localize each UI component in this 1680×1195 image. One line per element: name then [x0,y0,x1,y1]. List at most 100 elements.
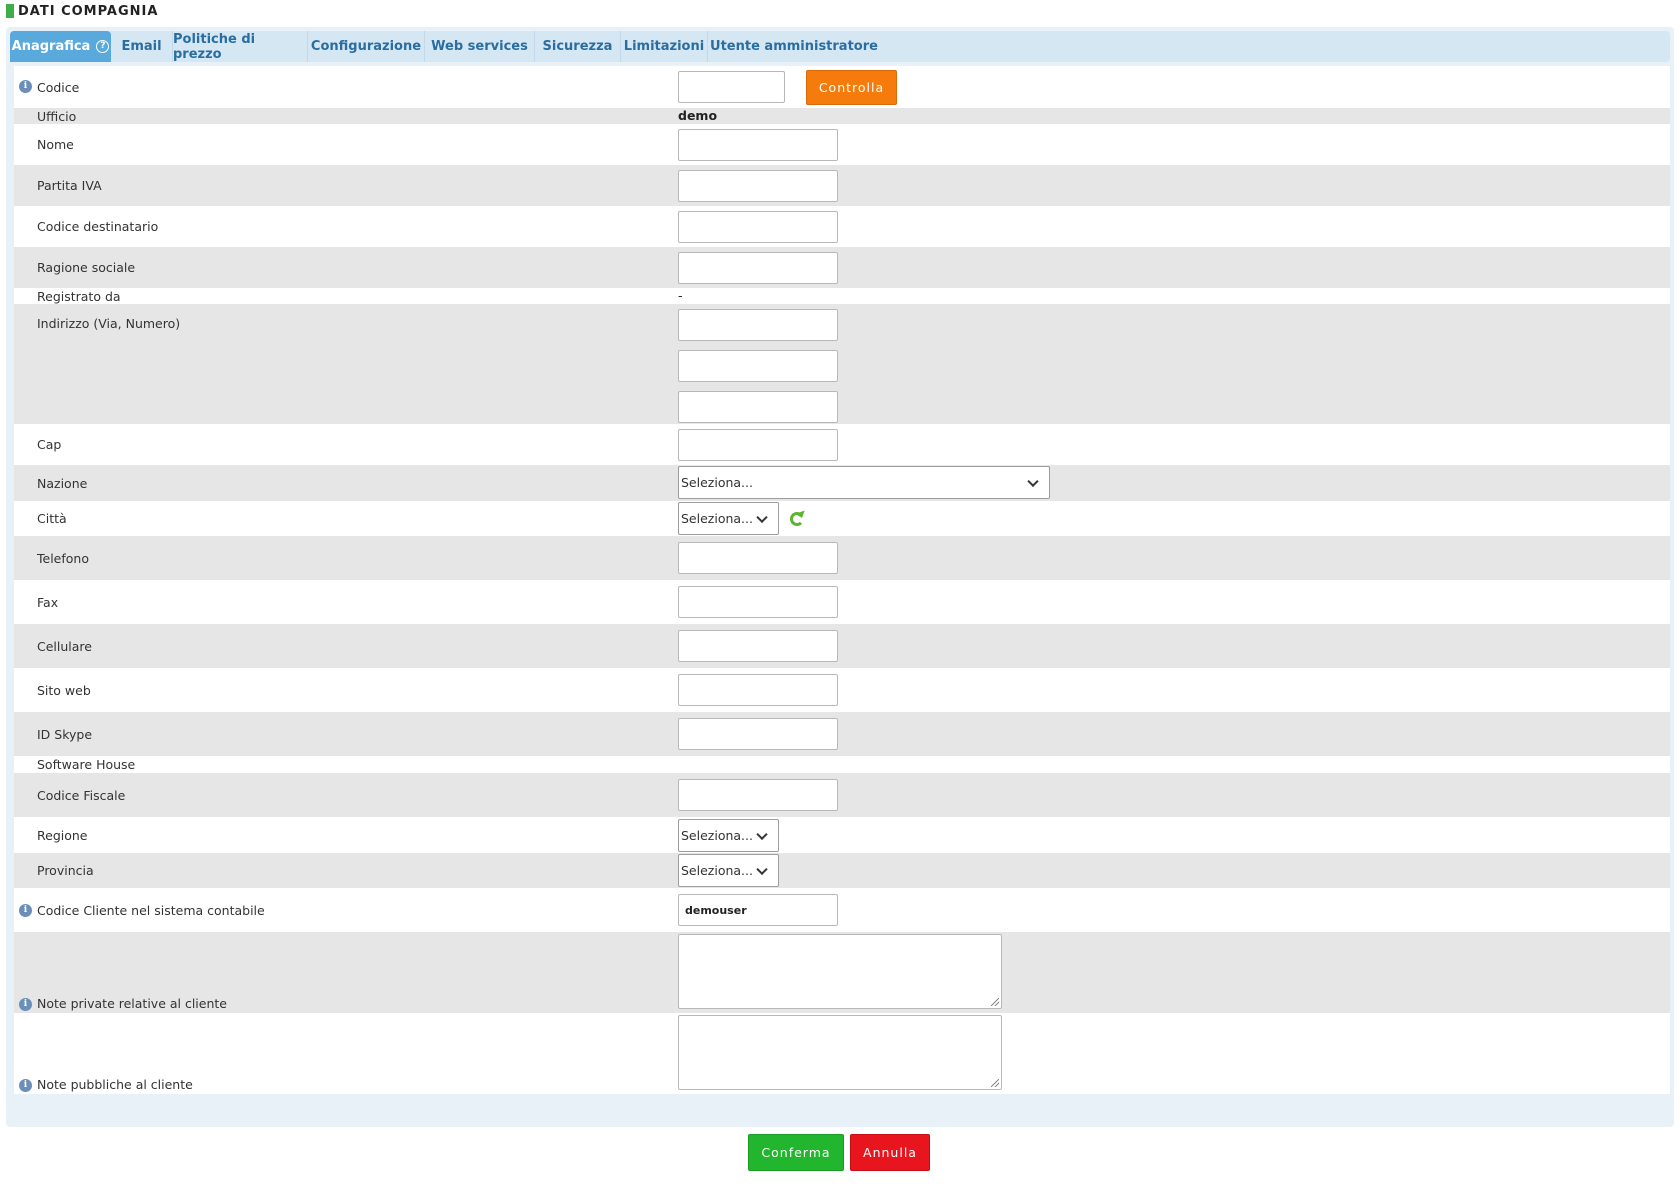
codice-fiscale-input[interactable] [678,779,838,811]
codice-label: Codice [37,79,80,95]
codice-fiscale-label: Codice Fiscale [37,787,126,803]
row-nazione: Nazione Seleziona... [14,465,1670,501]
info-icon[interactable]: i [19,1079,32,1092]
indirizzo-label: Indirizzo (Via, Numero) [37,316,181,331]
row-codice-cliente: i Codice Cliente nel sistema contabile d… [14,888,1670,932]
tab-label: Anagrafica [11,39,91,54]
row-codice-fiscale: Codice Fiscale [14,773,1670,817]
header-marker [6,4,14,18]
regione-select[interactable]: Seleziona... [678,819,779,852]
chevron-down-icon [756,863,768,875]
tab-sicurezza[interactable]: Sicurezza [535,31,621,62]
citta-label: Città [37,511,67,526]
registrato-da-label: Registrato da [37,288,121,304]
note-pubbliche-label: Note pubbliche al cliente [37,1077,193,1092]
row-codice-destinatario: Codice destinatario [14,206,1670,247]
provincia-label: Provincia [37,863,94,878]
chevron-down-icon [756,828,768,840]
nome-input[interactable] [678,129,838,161]
indirizzo-input-1[interactable] [678,309,838,341]
row-note-pubbliche: i Note pubbliche al cliente [14,1013,1670,1094]
software-house-label: Software House [37,757,136,772]
row-indirizzo: Indirizzo (Via, Numero) [14,304,1670,424]
codice-input[interactable] [678,71,785,103]
row-nome: Nome [14,124,1670,165]
indirizzo-input-3[interactable] [678,391,838,423]
row-provincia: Provincia Seleziona... [14,853,1670,888]
note-pubbliche-textarea[interactable] [678,1015,1002,1090]
nazione-selected: Seleziona... [681,475,753,490]
partita-iva-label: Partita IVA [37,178,102,193]
provincia-selected: Seleziona... [681,863,753,878]
telefono-label: Telefono [37,550,89,566]
regione-selected: Seleziona... [681,828,753,843]
row-codice: i Codice Controlla [14,66,1670,108]
refresh-icon[interactable] [790,512,804,526]
row-registrato-da: Registrato da - [14,288,1670,304]
row-cap: Cap [14,424,1670,465]
row-cellulare: Cellulare [14,624,1670,668]
controlla-button[interactable]: Controlla [806,70,897,105]
partita-iva-input[interactable] [678,170,838,202]
help-icon[interactable]: ? [96,40,110,53]
cap-label: Cap [37,437,62,452]
chevron-down-icon [756,511,768,523]
indirizzo-input-2[interactable] [678,350,838,382]
tab-bar: Anagrafica ? Email Politiche di prezzo C… [10,31,1670,62]
note-private-textarea[interactable] [678,934,1002,1009]
tab-web-services[interactable]: Web services [425,31,535,62]
row-fax: Fax [14,580,1670,624]
citta-selected: Seleziona... [681,511,753,526]
tab-utente-amministratore[interactable]: Utente amministratore [708,31,880,62]
row-software-house: Software House [14,756,1670,773]
citta-select[interactable]: Seleziona... [678,502,779,535]
sito-web-label: Sito web [37,682,91,698]
note-private-label: Note private relative al cliente [37,996,227,1011]
row-note-private: i Note private relative al cliente [14,932,1670,1013]
info-icon[interactable]: i [19,80,32,93]
row-regione: Regione Seleziona... [14,817,1670,853]
row-partita-iva: Partita IVA [14,165,1670,206]
codice-destinatario-label: Codice destinatario [37,219,159,234]
row-id-skype: ID Skype [14,712,1670,756]
nazione-select[interactable]: Seleziona... [678,466,1050,499]
telefono-input[interactable] [678,542,838,574]
nome-label: Nome [37,137,74,152]
conferma-button[interactable]: Conferma [748,1134,844,1171]
nazione-label: Nazione [37,475,88,491]
info-icon[interactable]: i [19,998,32,1011]
page-title: DATI COMPAGNIA [18,3,159,19]
cap-input[interactable] [678,429,838,461]
regione-label: Regione [37,827,88,843]
tab-email[interactable]: Email [111,31,173,62]
registrato-da-value: - [678,288,683,303]
codice-cliente-input[interactable]: demouser [678,894,838,926]
tab-configurazione[interactable]: Configurazione [308,31,425,62]
ragione-sociale-label: Ragione sociale [37,260,136,275]
tab-anagrafica[interactable]: Anagrafica ? [10,31,111,62]
tab-politiche-di-prezzo[interactable]: Politiche di prezzo [173,31,308,62]
sito-web-input[interactable] [678,674,838,706]
resize-grip-icon[interactable] [991,1079,999,1087]
tab-limitazioni[interactable]: Limitazioni [621,31,708,62]
provincia-select[interactable]: Seleziona... [678,854,779,887]
row-ragione-sociale: Ragione sociale [14,247,1670,288]
ufficio-value: demo [678,108,718,123]
codice-destinatario-input[interactable] [678,211,838,243]
page-header: DATI COMPAGNIA [6,3,158,19]
row-sito-web: Sito web [14,668,1670,712]
ufficio-label: Ufficio [37,108,77,124]
row-ufficio: Ufficio demo [14,108,1670,124]
resize-grip-icon[interactable] [991,998,999,1006]
fax-input[interactable] [678,586,838,618]
row-telefono: Telefono [14,536,1670,580]
info-icon[interactable]: i [19,904,32,917]
row-citta: Città Seleziona... [14,501,1670,536]
fax-label: Fax [37,594,59,610]
id-skype-input[interactable] [678,718,838,750]
annulla-button[interactable]: Annulla [850,1134,930,1171]
company-panel: Anagrafica ? Email Politiche di prezzo C… [6,27,1674,1127]
ragione-sociale-input[interactable] [678,252,838,284]
cellulare-input[interactable] [678,630,838,662]
codice-cliente-label: Codice Cliente nel sistema contabile [37,902,265,918]
